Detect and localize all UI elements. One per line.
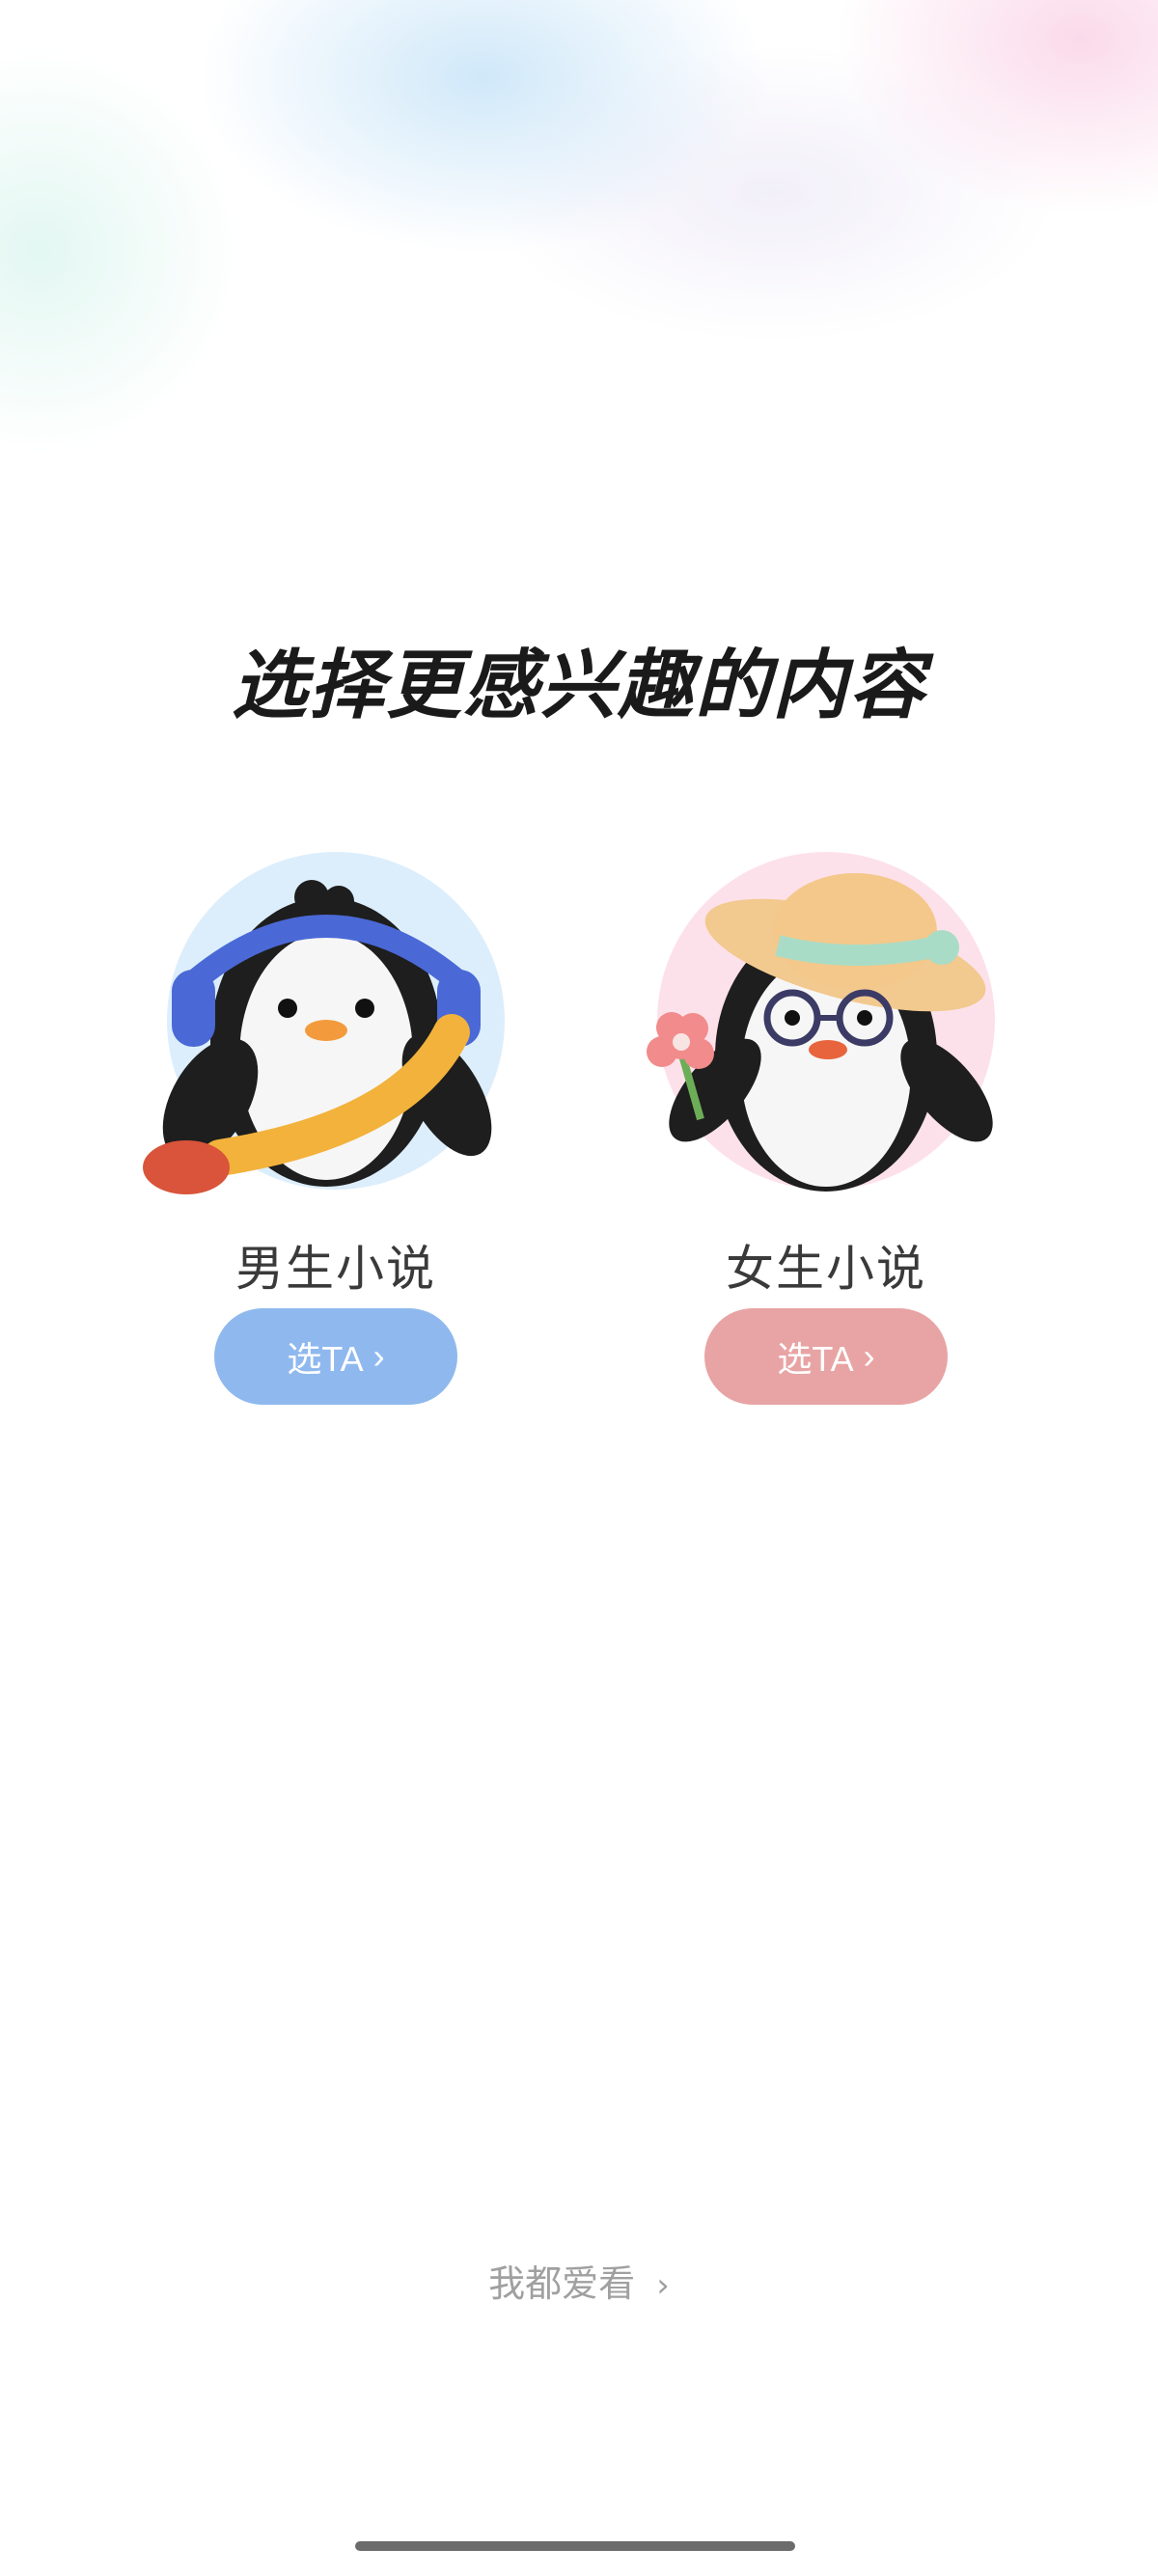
chevron-right-icon: › xyxy=(372,1336,385,1376)
like-all-label: 我都爱看 xyxy=(488,2262,636,2305)
like-all-link[interactable]: 我都爱看 › xyxy=(0,2254,1158,2307)
female-novel-option[interactable]: 女生小说 选TA › xyxy=(623,849,1029,1428)
button-label: 选TA xyxy=(777,1339,854,1379)
home-indicator[interactable] xyxy=(355,2541,795,2551)
option-label: 男生小说 xyxy=(235,1241,436,1297)
page-title: 选择更感兴趣的内容 xyxy=(231,643,926,729)
button-label: 选TA xyxy=(287,1339,364,1379)
select-female-button[interactable]: 选TA › xyxy=(704,1308,948,1405)
male-novel-option[interactable]: 男生小说 选TA › xyxy=(133,849,538,1428)
chevron-right-icon: › xyxy=(863,1336,875,1376)
penguin-sunhat-flower-icon[interactable] xyxy=(623,849,1029,1196)
select-male-button[interactable]: 选TA › xyxy=(214,1308,457,1405)
background-gradient xyxy=(0,0,1158,675)
option-label: 女生小说 xyxy=(726,1241,926,1297)
chevron-right-icon: › xyxy=(656,2266,670,2305)
penguin-headphones-icon[interactable] xyxy=(133,849,538,1196)
